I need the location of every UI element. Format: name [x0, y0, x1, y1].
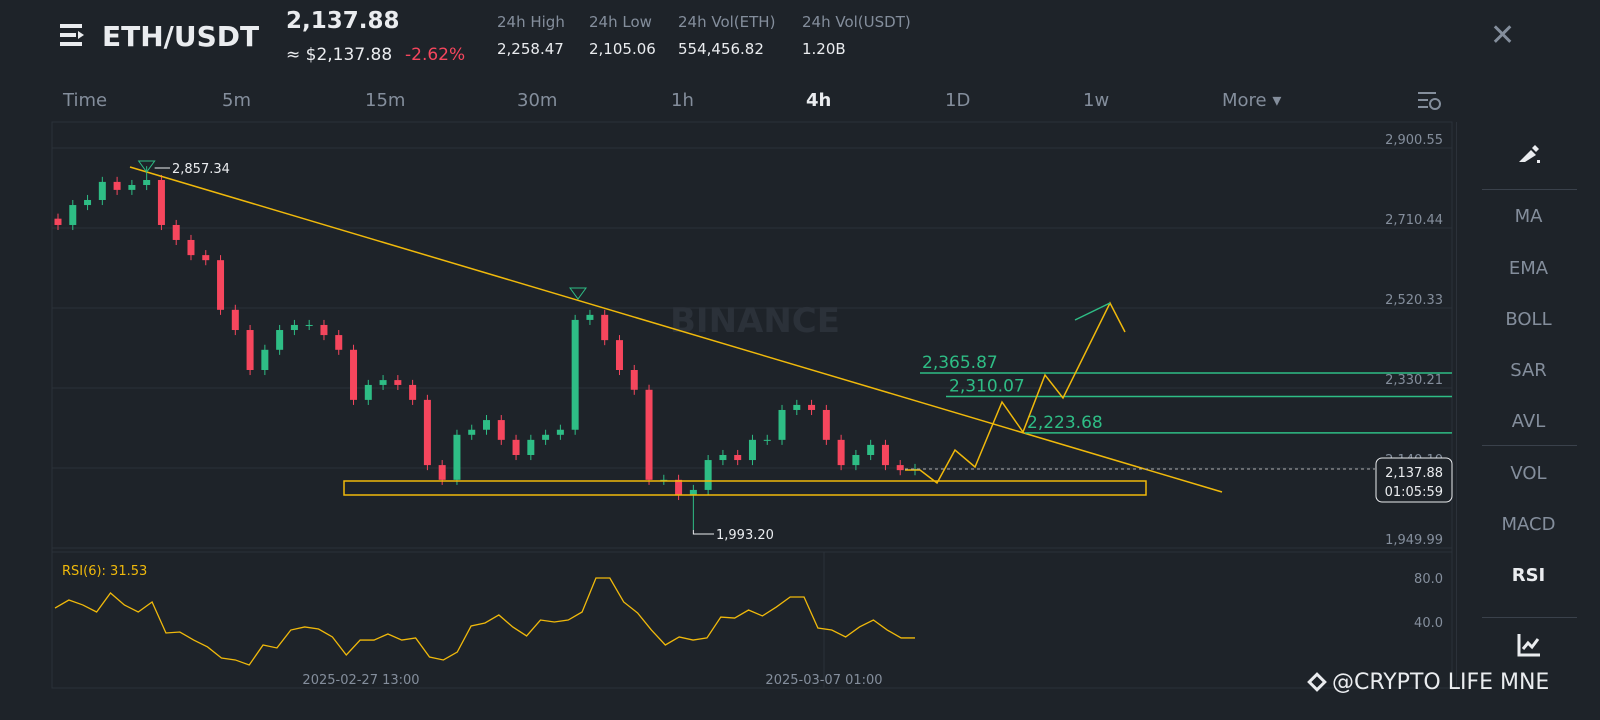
candle-body: [793, 404, 801, 410]
candle-body: [84, 199, 92, 206]
indicator-avl[interactable]: AVL: [1457, 411, 1600, 432]
chart-type-icon[interactable]: [1457, 632, 1600, 663]
candle-body: [675, 479, 683, 495]
low-marker-label: 1,993.20: [716, 528, 774, 543]
candle-body: [615, 340, 623, 370]
indicator-ma[interactable]: MA: [1457, 206, 1600, 227]
indicator-ema[interactable]: EMA: [1457, 258, 1600, 279]
candle-body: [497, 420, 505, 440]
candle-body: [881, 444, 889, 466]
candle-body: [896, 465, 904, 471]
rsi-label: RSI(6): 31.53: [62, 564, 147, 579]
rsi-tick: 80.0: [1414, 572, 1443, 587]
candle-body: [143, 180, 151, 186]
candle-body: [128, 185, 136, 190]
price-tick-label: 2,900.55: [1385, 133, 1443, 148]
candle-body: [630, 369, 638, 390]
candle-body: [423, 399, 431, 466]
support-zone: [343, 480, 1147, 496]
candle-body: [409, 384, 417, 400]
close-icon[interactable]: ✕: [1490, 18, 1515, 53]
candle-body: [320, 324, 328, 336]
binance-logo-icon: [1307, 672, 1327, 692]
candle-body: [867, 444, 875, 456]
indicator-sidebar: MA EMA BOLL SAR AVL VOL MACD RSI: [1456, 122, 1600, 688]
indicator-boll[interactable]: BOLL: [1457, 309, 1600, 330]
price-tick-label: 2,520.33: [1385, 293, 1443, 308]
candle-body: [601, 314, 609, 341]
candle-body: [719, 455, 727, 461]
candle-body: [734, 455, 742, 461]
candle-body: [763, 439, 771, 441]
candle-body: [98, 181, 106, 200]
candle-body: [468, 429, 476, 435]
current-price-label: 2,137.88: [1385, 466, 1443, 481]
candles: [54, 166, 919, 530]
price-tick-label: 1,949.99: [1385, 533, 1443, 548]
author-watermark: @CRYPTO LIFE MNE: [1307, 670, 1549, 695]
price-chart[interactable]: BINANCE 2,365.872,310.072,223.682,857.34…: [0, 0, 1456, 720]
candle-body: [837, 439, 845, 466]
candle-body: [187, 239, 195, 256]
countdown-label: 01:05:59: [1385, 485, 1443, 500]
indicator-rsi[interactable]: RSI: [1457, 565, 1600, 586]
candle-body: [689, 489, 697, 495]
candle-body: [261, 349, 269, 370]
candle-body: [542, 434, 550, 440]
projection-arrow: [1074, 302, 1111, 321]
candle-body: [438, 465, 446, 480]
candle-body: [202, 255, 210, 261]
high-marker-label: 2,857.34: [172, 162, 230, 177]
candle-body: [453, 434, 461, 480]
candle-body: [305, 324, 313, 326]
indicator-macd[interactable]: MACD: [1457, 514, 1600, 535]
candle-body: [808, 404, 816, 410]
candle-body: [394, 380, 402, 385]
draw-tool-icon[interactable]: [1457, 142, 1600, 173]
indicator-vol[interactable]: VOL: [1457, 463, 1600, 484]
level-label: 2,365.87: [922, 353, 998, 373]
candle-body: [483, 420, 490, 430]
low-marker-line: [692, 529, 714, 535]
candle-body: [527, 439, 535, 456]
peak-marker-icon: [569, 287, 587, 300]
price-tick-label: 2,330.21: [1385, 373, 1443, 388]
candle-body: [335, 335, 343, 350]
candle-body: [512, 439, 520, 456]
price-tick-label: 2,710.44: [1385, 213, 1443, 228]
candle-body: [364, 384, 372, 400]
candle-body: [276, 330, 284, 350]
candle-body: [54, 218, 62, 225]
level-label: 2,310.07: [949, 376, 1025, 396]
drawings: 2,365.87 2,310.072,223.68 2,857.34 1,993.20: [129, 160, 1452, 543]
candle-body: [586, 314, 594, 320]
candle-body: [379, 380, 387, 385]
candle-body: [571, 319, 579, 430]
candle-body: [172, 224, 180, 240]
candle-body: [778, 409, 786, 440]
indicator-sar[interactable]: SAR: [1457, 360, 1600, 381]
candle-body: [113, 181, 121, 190]
candle-body: [822, 409, 830, 440]
level-label: 2,223.68: [1027, 413, 1103, 433]
candle-body: [157, 180, 165, 225]
candle-body: [556, 429, 564, 435]
rsi-line: [54, 577, 915, 666]
candle-body: [645, 389, 653, 480]
candle-body: [217, 260, 225, 310]
candle-body: [704, 460, 712, 490]
candle-body: [748, 439, 756, 461]
candle-body: [852, 455, 860, 466]
candle-body: [231, 309, 239, 331]
time-label: 2025-02-27 13:00: [302, 673, 419, 688]
rsi-pane: RSI(6): 31.53 80.0 40.0: [54, 564, 1443, 666]
rsi-tick: 40.0: [1414, 616, 1443, 631]
candle-body: [350, 349, 358, 400]
candle-body: [69, 205, 77, 225]
candle-body: [246, 330, 254, 370]
candle-body: [290, 324, 298, 331]
time-label: 2025-03-07 01:00: [765, 673, 882, 688]
